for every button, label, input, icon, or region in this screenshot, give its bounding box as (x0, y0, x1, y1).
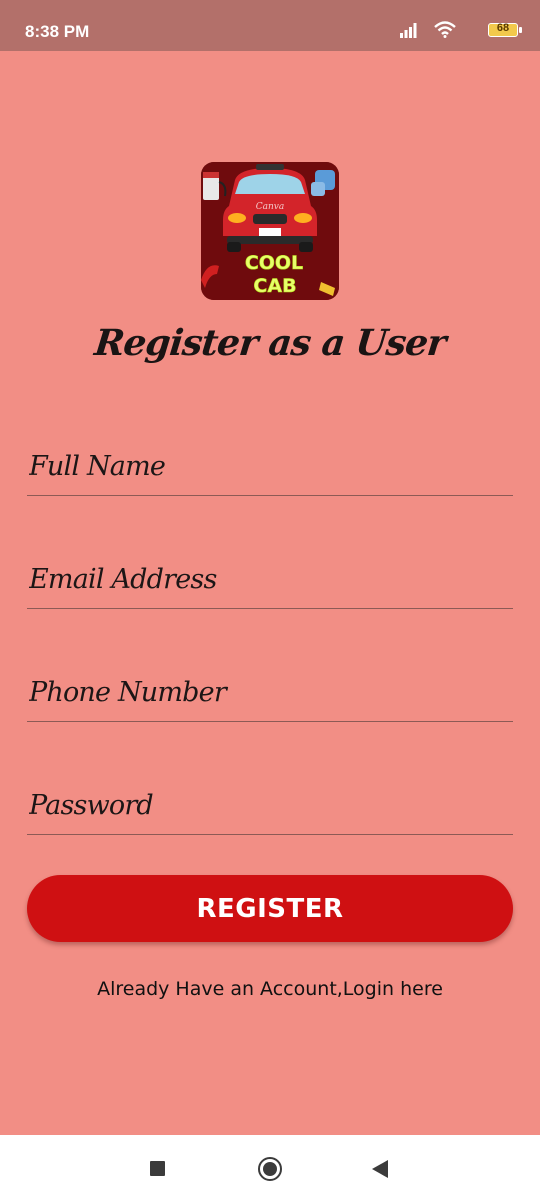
password-input[interactable] (27, 789, 517, 822)
email-input[interactable] (27, 563, 517, 596)
status-time: 8:38 PM (25, 22, 90, 41)
full-name-input[interactable] (27, 450, 517, 483)
wifi-icon (434, 21, 456, 38)
recent-apps-icon[interactable] (148, 1159, 168, 1179)
home-icon[interactable] (258, 1157, 282, 1181)
phone-field[interactable] (27, 641, 517, 722)
full-name-field[interactable] (27, 415, 517, 496)
back-icon[interactable] (371, 1159, 391, 1179)
status-bar: 8:38 PM 68 (0, 0, 540, 51)
app-logo: Canva COOL CAB (201, 162, 339, 300)
battery-level: 68 (496, 22, 510, 34)
page-title: Register as a User (92, 322, 448, 364)
password-field[interactable] (27, 754, 517, 835)
logo-plate-text: Canva (256, 202, 285, 212)
login-link[interactable]: Already Have an Account,Login here (0, 978, 540, 1000)
signal-icon (400, 23, 417, 38)
register-button[interactable]: REGISTER (27, 875, 513, 942)
logo-line2: CAB (253, 275, 296, 297)
back-triangle (372, 1160, 388, 1178)
phone-input[interactable] (27, 676, 517, 709)
battery-tip (519, 27, 522, 33)
logo-line1: COOL (245, 252, 303, 274)
battery-icon: 68 (488, 22, 518, 37)
navigation-bar (0, 1135, 540, 1200)
email-field[interactable] (27, 528, 517, 609)
car-illustration: Canva COOL CAB (201, 162, 339, 300)
